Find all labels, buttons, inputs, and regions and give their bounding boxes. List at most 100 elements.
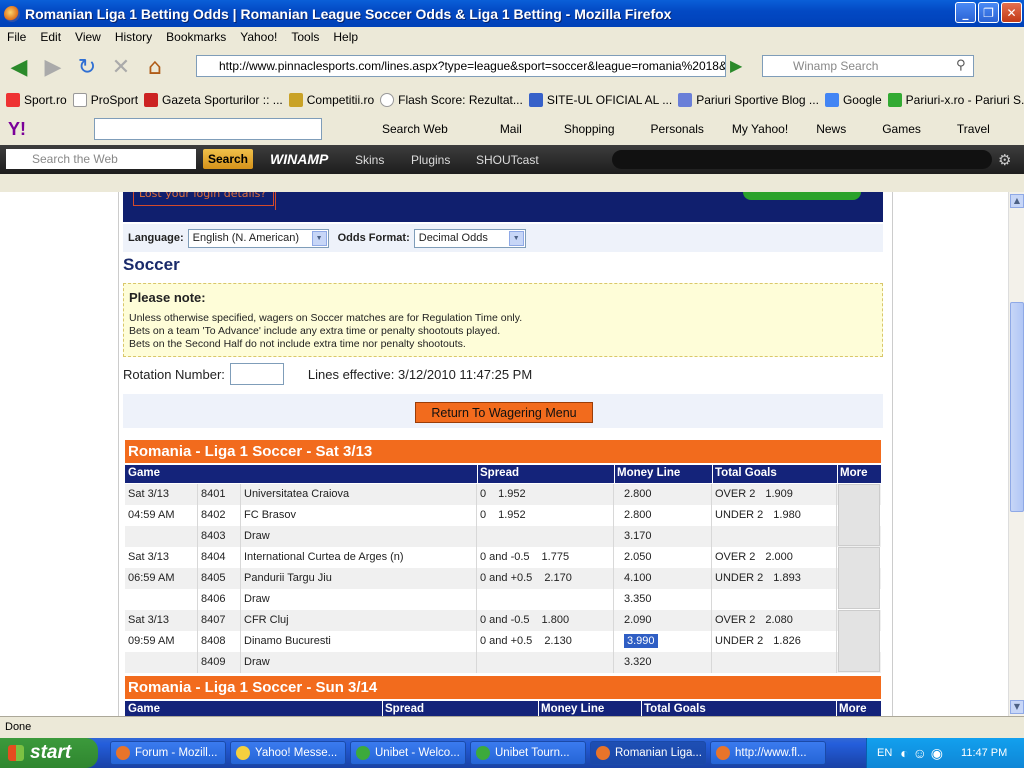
more-cell[interactable] bbox=[838, 484, 880, 546]
menu-history[interactable]: History bbox=[108, 30, 159, 44]
yahoo-games[interactable]: Games bbox=[882, 122, 921, 136]
rotation-label: Rotation Number: bbox=[123, 366, 225, 382]
bookmark-item[interactable]: Gazeta Sporturilor :: ... bbox=[144, 93, 283, 107]
menu-edit[interactable]: Edit bbox=[33, 30, 68, 44]
money-line-cell: 3.990 bbox=[614, 631, 712, 652]
yahoo-logo-icon[interactable]: Y! bbox=[8, 119, 26, 140]
menu-bar: File Edit View History Bookmarks Yahoo! … bbox=[0, 27, 1024, 47]
yahoo-my-yahoo[interactable]: My Yahoo! bbox=[732, 122, 788, 136]
go-icon[interactable]: ▶ bbox=[730, 56, 742, 75]
language-select[interactable]: English (N. American) ▼ bbox=[187, 228, 329, 248]
winamp-plugins-menu[interactable]: Plugins bbox=[411, 153, 450, 167]
task-button[interactable]: Unibet - Welco... bbox=[350, 741, 466, 765]
scroll-thumb[interactable] bbox=[1010, 302, 1024, 512]
yahoo-travel[interactable]: Travel bbox=[957, 122, 990, 136]
start-button[interactable]: start bbox=[0, 738, 98, 768]
bookmark-item[interactable]: Pariuri Sportive Blog ... bbox=[678, 93, 819, 107]
rotation-number-input[interactable] bbox=[229, 363, 284, 385]
team-cell: Dinamo Bucuresti bbox=[241, 631, 477, 652]
winamp-skins-menu[interactable]: Skins bbox=[355, 153, 384, 167]
yahoo-search-web[interactable]: Search Web bbox=[382, 122, 448, 136]
search-icon[interactable]: ⚲ bbox=[956, 58, 966, 73]
minimize-button[interactable]: _ bbox=[955, 2, 976, 23]
yahoo-search-input[interactable] bbox=[94, 118, 322, 140]
bookmark-item[interactable]: SITE-UL OFICIAL AL ... bbox=[528, 93, 672, 107]
yahoo-personals[interactable]: Personals bbox=[651, 122, 704, 136]
green-login-button[interactable] bbox=[743, 192, 861, 200]
table-header: Game Spread Money Line Total Goals More bbox=[125, 465, 881, 483]
money-line-cell: 3.320 bbox=[614, 652, 712, 673]
address-bar[interactable]: http://www.pinnaclesports.com/lines.aspx… bbox=[196, 55, 726, 77]
odds-format-select[interactable]: Decimal Odds ▼ bbox=[413, 228, 526, 248]
window-title: Romanian Liga 1 Betting Odds | Romanian … bbox=[25, 5, 672, 22]
money-line-cell: 2.800 bbox=[614, 484, 712, 505]
bookmark-item[interactable]: Sport.ro bbox=[6, 93, 67, 107]
restore-button[interactable]: ❐ bbox=[978, 2, 999, 23]
team-cell: Pandurii Targu Jiu bbox=[241, 568, 477, 589]
scroll-down-icon[interactable]: ▼ bbox=[1010, 700, 1024, 714]
taskbar: start Forum - Mozill... Yahoo! Messe... … bbox=[0, 738, 1024, 768]
header-money-line: Money Line bbox=[617, 467, 681, 479]
spread-cell: 0 1.952 bbox=[477, 484, 614, 505]
reload-icon[interactable]: ↻ bbox=[72, 52, 102, 82]
menu-help[interactable]: Help bbox=[326, 30, 365, 44]
task-button[interactable]: Unibet Tourn... bbox=[470, 741, 586, 765]
winamp-web-search-input[interactable]: Search the Web bbox=[6, 149, 196, 169]
menu-file[interactable]: File bbox=[0, 30, 33, 44]
gear-icon[interactable]: ⚙ bbox=[998, 151, 1011, 169]
tray-icons[interactable]: ◐ ☺ ◉ bbox=[900, 745, 943, 762]
total-goals-cell: OVER 2 2.080 bbox=[712, 610, 837, 631]
task-button[interactable]: http://www.fl... bbox=[710, 741, 826, 765]
note-line: Bets on a team 'To Advance' include any … bbox=[129, 325, 501, 337]
return-to-wagering-button[interactable]: Return To Wagering Menu bbox=[415, 402, 593, 423]
stop-icon[interactable]: ✕ bbox=[106, 52, 136, 82]
vertical-scrollbar[interactable]: ▲ ▼ bbox=[1008, 192, 1024, 716]
forward-button[interactable]: ▶ bbox=[38, 52, 68, 82]
language-indicator[interactable]: EN bbox=[877, 747, 892, 759]
chevron-down-icon: ▼ bbox=[508, 230, 524, 246]
menu-bookmarks[interactable]: Bookmarks bbox=[159, 30, 233, 44]
bookmark-item[interactable]: ProSport bbox=[72, 93, 138, 107]
team-cell: International Curtea de Arges (n) bbox=[241, 547, 477, 568]
back-button[interactable]: ◀ bbox=[4, 52, 34, 82]
page-content: Lost your login details? Language: Engli… bbox=[0, 192, 1008, 716]
total-goals-cell: UNDER 2 1.893 bbox=[712, 568, 837, 589]
scroll-up-icon[interactable]: ▲ bbox=[1010, 194, 1024, 208]
winamp-shoutcast-menu[interactable]: SHOUTcast bbox=[476, 153, 539, 167]
table-row: Sat 3/13 8407 CFR Cluj 0 and -0.5 1.800 2.090… bbox=[125, 610, 881, 631]
menu-view[interactable]: View bbox=[68, 30, 108, 44]
winamp-search-input[interactable]: Winamp Search bbox=[762, 55, 974, 77]
task-button[interactable]: Yahoo! Messe... bbox=[230, 741, 346, 765]
header-more: More bbox=[840, 467, 868, 479]
bookmark-item[interactable]: Pariuri-x.ro - Pariuri S... bbox=[887, 93, 1024, 107]
bookmark-item[interactable]: Competitii.ro bbox=[288, 93, 374, 107]
table-row: 8409 Draw 3.320 bbox=[125, 652, 881, 673]
yahoo-mail[interactable]: Mail bbox=[500, 122, 522, 136]
game-date-cell: 09:59 AM bbox=[125, 631, 198, 652]
total-goals-cell bbox=[712, 526, 837, 547]
task-button-active[interactable]: Romanian Liga... bbox=[590, 741, 706, 765]
lost-login-link[interactable]: Lost your login details? bbox=[133, 192, 274, 206]
please-note-box: Please note: Unless otherwise specified,… bbox=[123, 283, 883, 357]
more-cell[interactable] bbox=[838, 547, 880, 609]
task-button[interactable]: Forum - Mozill... bbox=[110, 741, 226, 765]
home-icon[interactable]: ⌂ bbox=[140, 52, 170, 82]
winamp-player-controls[interactable] bbox=[612, 150, 992, 169]
spread-cell: 0 and +0.5 2.130 bbox=[477, 631, 614, 652]
total-goals-cell bbox=[712, 652, 837, 673]
rotation-cell: 8403 bbox=[198, 526, 241, 547]
menu-tools[interactable]: Tools bbox=[284, 30, 326, 44]
bookmark-item[interactable]: Google bbox=[824, 93, 882, 107]
menu-yahoo[interactable]: Yahoo! bbox=[233, 30, 284, 44]
game-date-cell bbox=[125, 589, 198, 610]
money-line-cell: 4.100 bbox=[614, 568, 712, 589]
more-cell[interactable] bbox=[838, 610, 880, 672]
winamp-logo[interactable]: WINAMP bbox=[270, 151, 328, 167]
site-banner: Lost your login details? bbox=[123, 192, 883, 222]
bookmark-item[interactable]: Flash Score: Rezultat... bbox=[380, 93, 523, 107]
winamp-toolbar: Search the Web Search WINAMP Skins Plugi… bbox=[0, 145, 1024, 174]
yahoo-news[interactable]: News bbox=[816, 122, 846, 136]
winamp-search-button[interactable]: Search bbox=[203, 149, 253, 169]
close-button[interactable]: ✕ bbox=[1001, 2, 1022, 23]
yahoo-shopping[interactable]: Shopping bbox=[564, 122, 615, 136]
